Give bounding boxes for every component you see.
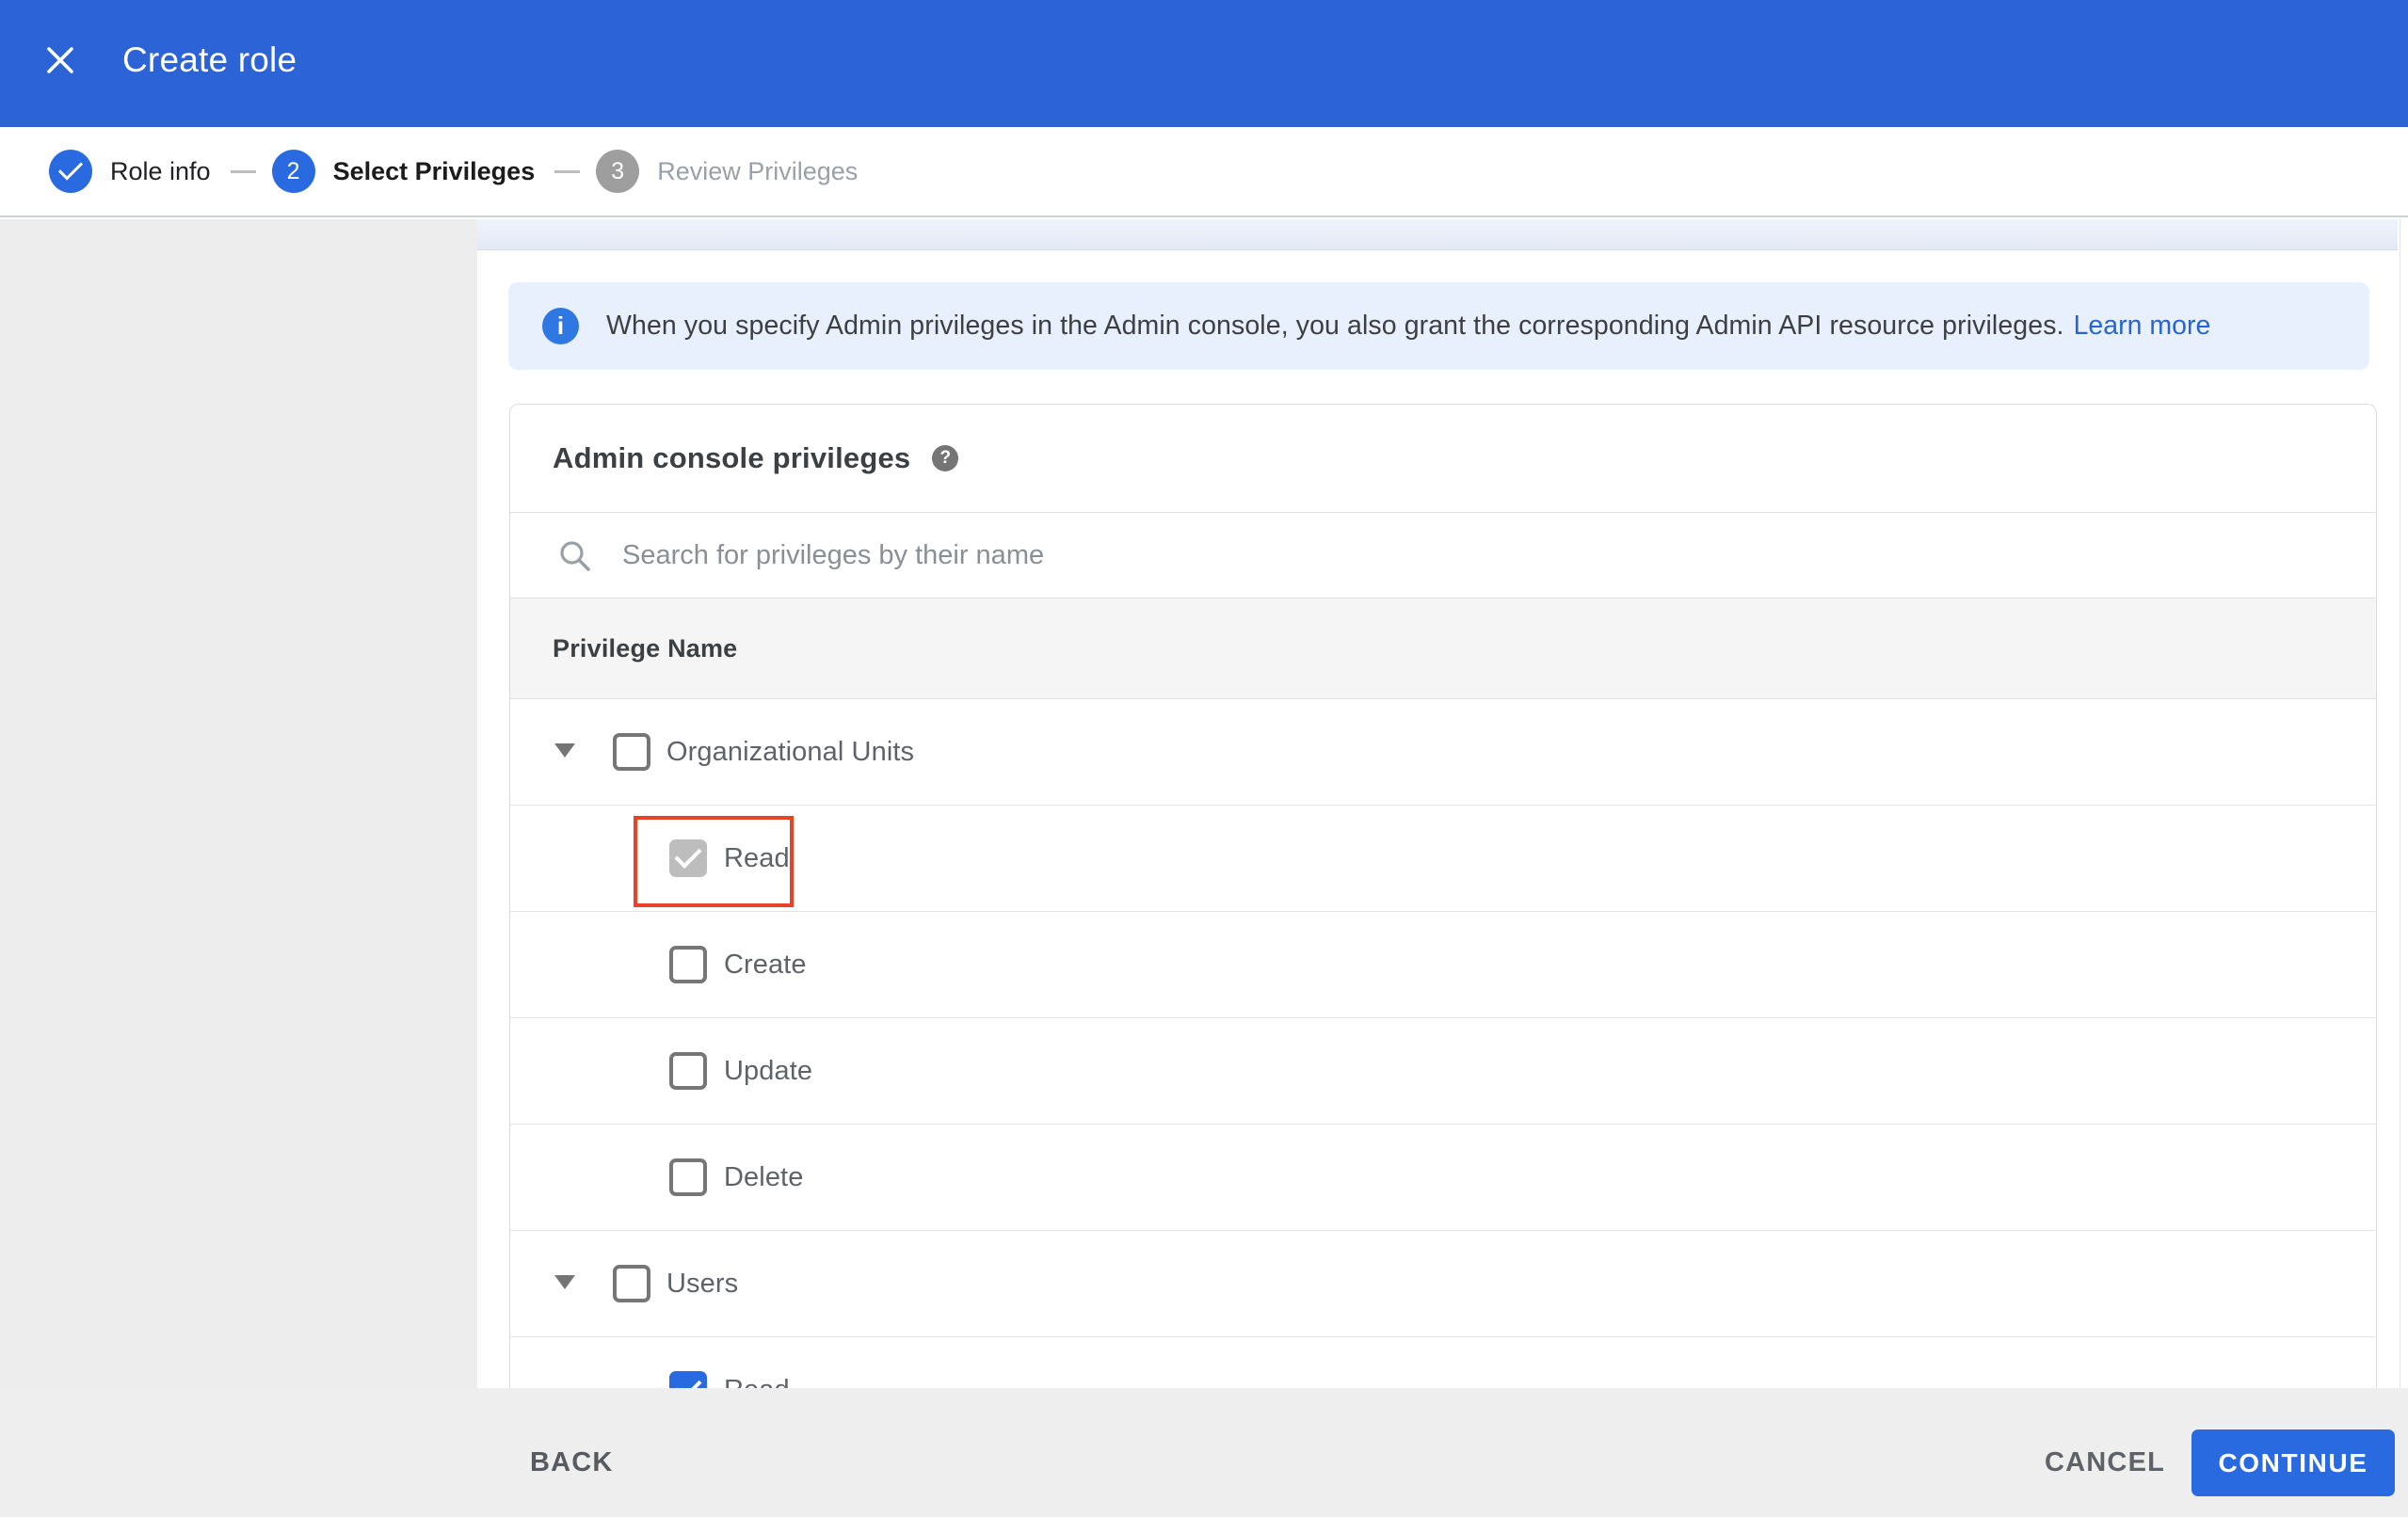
back-button[interactable]: BACK — [530, 1388, 614, 1517]
collapse-arrow-icon[interactable] — [554, 1275, 575, 1289]
step-connector — [230, 169, 256, 173]
step-role-info: Role info — [49, 150, 211, 193]
privilege-row-read: Read — [510, 1337, 2376, 1388]
app-header: Create role — [0, 0, 2408, 127]
card-title-row: Admin console privileges ? — [510, 405, 2376, 513]
privilege-name-column-header: Privilege Name — [553, 633, 738, 663]
dialog-title: Create role — [122, 40, 297, 79]
privilege-rows: Organizational Units Read Create Update Dele… — [510, 699, 2376, 1388]
privilege-row-delete: Delete — [510, 1125, 2376, 1231]
checkbox-read[interactable] — [669, 839, 707, 877]
step-label[interactable]: Select Privileges — [333, 157, 536, 186]
privilege-search-row — [510, 513, 2376, 599]
continue-button[interactable]: CONTINUE — [2191, 1429, 2395, 1496]
help-icon[interactable]: ? — [932, 445, 959, 471]
privilege-search-input[interactable] — [620, 538, 2221, 572]
checkbox-create[interactable] — [669, 946, 707, 983]
privilege-row-update: Update — [510, 1018, 2376, 1125]
privilege-row-users: Users — [510, 1231, 2376, 1337]
privilege-label: Update — [724, 1056, 813, 1086]
checkbox-delete[interactable] — [669, 1158, 707, 1196]
info-banner-text: When you specify Admin privileges in the… — [606, 311, 2064, 341]
checkbox-users[interactable] — [613, 1265, 650, 1302]
step-connector — [554, 169, 581, 173]
step-review-privileges: 3 Review Privileges — [596, 150, 858, 193]
step-label[interactable]: Role info — [110, 157, 211, 186]
step-check-icon[interactable] — [49, 150, 92, 193]
step-number-circle[interactable]: 2 — [271, 150, 315, 193]
collapse-arrow-icon[interactable] — [554, 743, 575, 758]
checkbox-organizational-units[interactable] — [613, 733, 650, 771]
wizard-stepper: Role info 2 Select Privileges 3 Review Privi… — [0, 127, 2408, 217]
privilege-row-create: Create — [510, 912, 2376, 1018]
step-label[interactable]: Review Privileges — [657, 157, 858, 186]
close-icon[interactable] — [41, 41, 79, 79]
search-icon — [557, 538, 592, 573]
scrolled-content-edge — [477, 219, 2398, 250]
step-select-privileges: 2 Select Privileges — [271, 150, 536, 193]
step-number-circle[interactable]: 3 — [596, 150, 640, 193]
privilege-label: Users — [666, 1269, 739, 1299]
checkbox-read[interactable] — [669, 1371, 707, 1388]
main-area: i When you specify Admin privileges in t… — [0, 219, 2408, 1388]
privilege-label: Organizational Units — [666, 737, 915, 767]
info-banner: i When you specify Admin privileges in t… — [508, 282, 2369, 370]
learn-more-link[interactable]: Learn more — [2074, 311, 2211, 342]
privilege-label: Read — [724, 1337, 790, 1388]
privilege-label: Create — [724, 950, 807, 980]
checkbox-update[interactable] — [669, 1052, 707, 1090]
privilege-row-read: Read — [510, 806, 2376, 912]
content-area: i When you specify Admin privileges in t… — [477, 219, 2408, 1388]
card-title: Admin console privileges — [553, 441, 911, 474]
privilege-row-organizational-units: Organizational Units — [510, 699, 2376, 806]
privilege-label: Read — [724, 843, 790, 873]
left-sidebar — [0, 219, 477, 1388]
table-header-row: Privilege Name — [510, 599, 2376, 699]
privilege-label: Delete — [724, 1162, 804, 1192]
info-icon: i — [542, 308, 579, 344]
footer-bar: BACK CANCEL CONTINUE — [0, 1388, 2408, 1517]
privileges-card: Admin console privileges ? Privilege Nam… — [509, 404, 2377, 1388]
cancel-button[interactable]: CANCEL — [2045, 1388, 2165, 1517]
